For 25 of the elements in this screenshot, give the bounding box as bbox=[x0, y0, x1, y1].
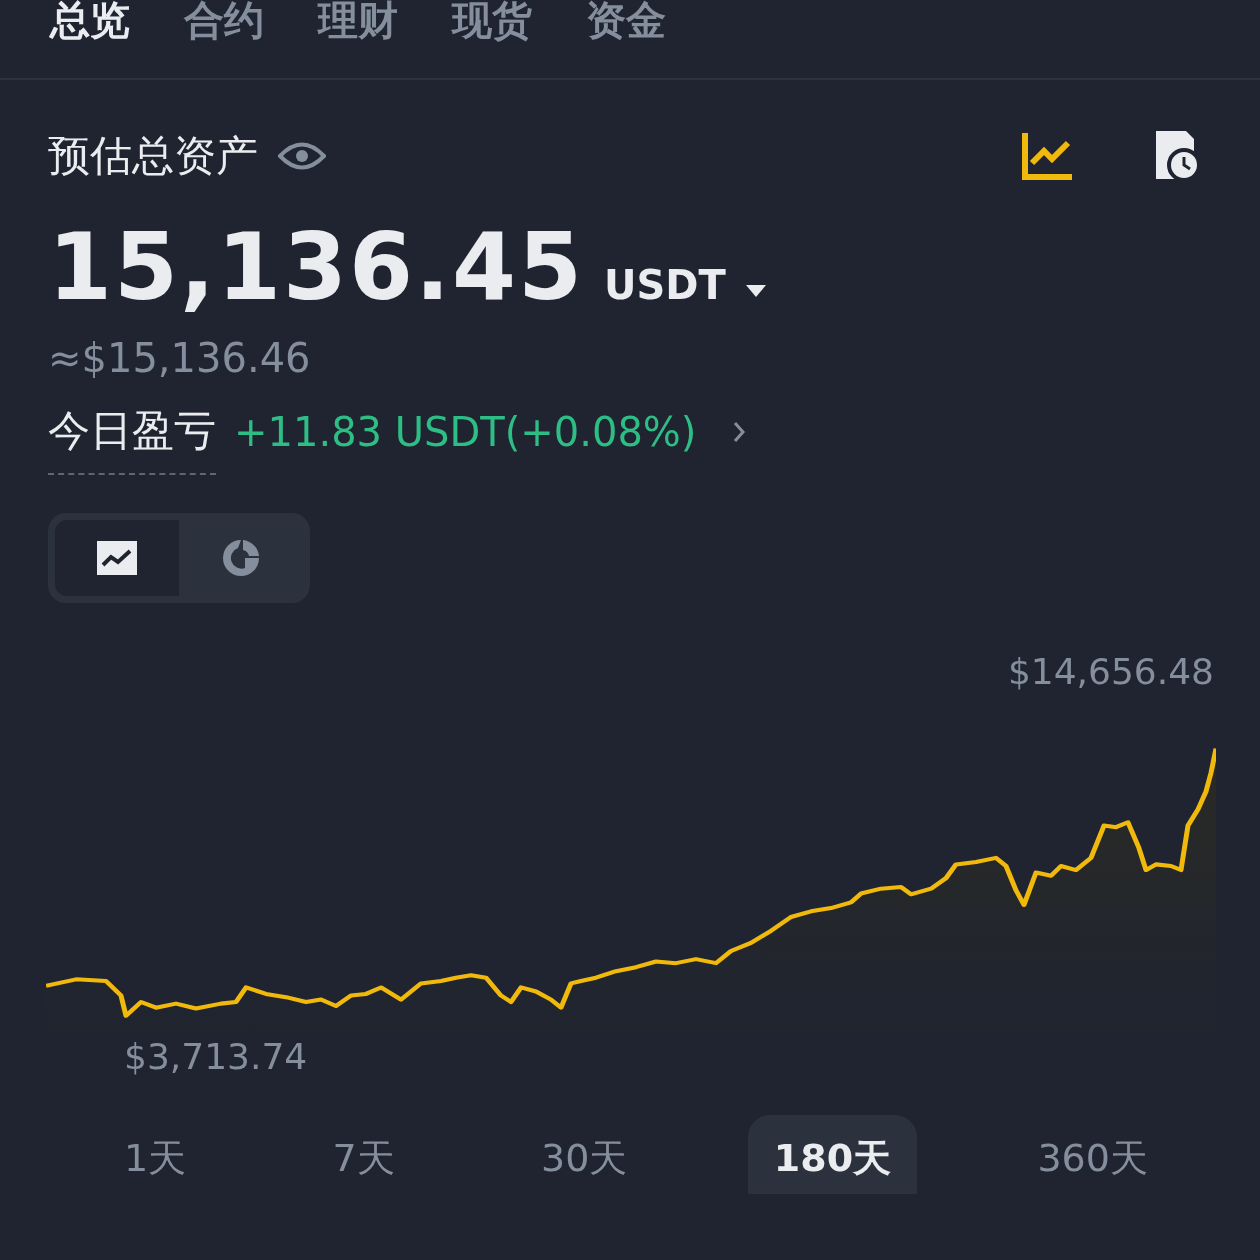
max-value-label: $14,656.48 bbox=[1006, 651, 1214, 692]
pnl-label[interactable]: 今日盈亏 bbox=[48, 403, 216, 475]
view-option[interactable] bbox=[55, 520, 179, 596]
tab[interactable]: 现货 bbox=[452, 0, 532, 40]
tab[interactable]: 理财 bbox=[318, 0, 398, 40]
period-tab[interactable]: 7天 bbox=[306, 1115, 421, 1194]
caret-icon[interactable] bbox=[745, 285, 766, 299]
period-tab[interactable]: 180天 bbox=[747, 1115, 918, 1194]
tab[interactable]: 合约 bbox=[184, 0, 264, 40]
balance-amount: 15,136.45 bbox=[48, 214, 584, 321]
chart-icon[interactable] bbox=[1022, 131, 1072, 181]
period-tab[interactable]: 1天 bbox=[98, 1115, 213, 1194]
tab[interactable]: 资金 bbox=[586, 0, 666, 40]
line-chart-icon bbox=[97, 541, 137, 575]
period-tab[interactable]: 30天 bbox=[515, 1115, 654, 1194]
currency-selector[interactable]: USDT bbox=[604, 262, 726, 308]
min-value-label: $3,713.74 bbox=[124, 1036, 309, 1077]
balance-title: 预估总资产 bbox=[48, 130, 258, 182]
period-tab[interactable]: 360天 bbox=[1011, 1115, 1174, 1194]
pie-chart-icon bbox=[221, 538, 261, 578]
chevron-right-icon[interactable] bbox=[732, 420, 747, 444]
approx-value: ≈$15,136.46 bbox=[48, 335, 312, 381]
pnl-value: +11.83 USDT(+0.08%) bbox=[234, 409, 697, 455]
eye-icon[interactable] bbox=[278, 141, 326, 171]
tab[interactable]: 总览 bbox=[50, 0, 130, 40]
